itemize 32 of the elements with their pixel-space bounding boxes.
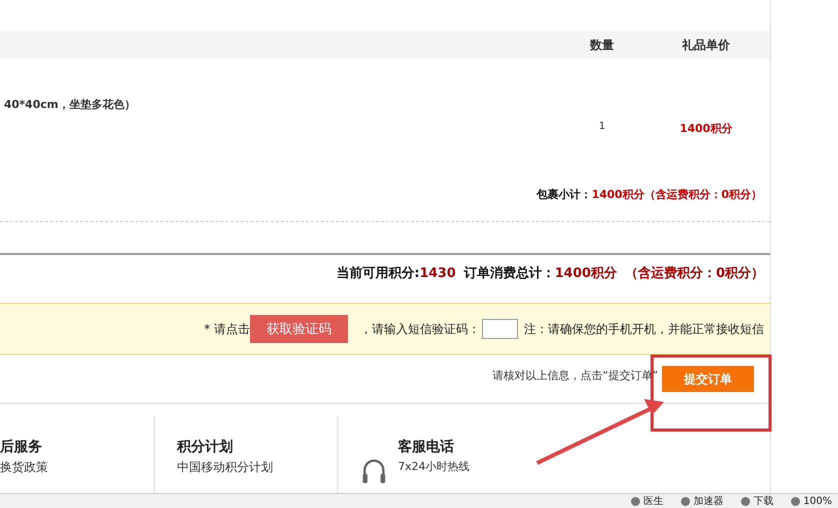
status-text[interactable]: 100% bbox=[803, 496, 832, 506]
quantity-cell-text: 1 bbox=[598, 120, 606, 134]
footer-link[interactable]: 7x24小时热线 bbox=[398, 459, 470, 474]
footer-heading: 客服电话 bbox=[398, 438, 455, 456]
total-value: 1400积分 bbox=[554, 266, 617, 281]
status-text[interactable]: 下载 bbox=[753, 494, 774, 508]
column-header: 礼品单价 bbox=[680, 36, 731, 54]
status-icon[interactable] bbox=[741, 496, 750, 506]
footer-link[interactable]: 中国移动积分计划 bbox=[177, 459, 273, 476]
subtotal-value: 1400积分（含运费积分：0积分） bbox=[592, 188, 762, 201]
status-text[interactable]: 医生 bbox=[643, 494, 664, 508]
status-text[interactable]: 加速器 bbox=[693, 494, 724, 508]
footer-heading: 积分计划 bbox=[177, 438, 234, 456]
price-cell-text: 1400积分 bbox=[678, 121, 734, 137]
total-label: 订单消费总计： bbox=[464, 266, 555, 281]
footer-heading: 后服务 bbox=[0, 438, 43, 456]
subtotal-label: 包裹小计： bbox=[536, 188, 592, 201]
code-label: ，请输入短信验证码： bbox=[360, 320, 480, 338]
get-code-button[interactable]: 获取验证码 bbox=[250, 315, 348, 343]
status-icon[interactable] bbox=[791, 496, 800, 506]
phone-note: 注：请确保您的手机开机，并能正常接收短信 bbox=[524, 320, 764, 338]
verification-prompt: * 请点击 bbox=[204, 320, 250, 338]
shipping-value: （含运费积分：0积分） bbox=[624, 266, 764, 281]
available-label: 当前可用积分: bbox=[336, 266, 420, 281]
code-input[interactable] bbox=[482, 319, 518, 339]
product-name: 40*40cm，坐垫多花色） bbox=[3, 97, 136, 113]
status-icon[interactable] bbox=[631, 496, 640, 506]
available-value: 1430 bbox=[420, 266, 456, 281]
submit-hint: 请核对以上信息，点击“提交订单” bbox=[492, 368, 658, 382]
column-header: 数量 bbox=[588, 36, 615, 54]
status-icon[interactable] bbox=[681, 496, 690, 506]
footer-link[interactable]: 换货政策 bbox=[0, 459, 48, 476]
